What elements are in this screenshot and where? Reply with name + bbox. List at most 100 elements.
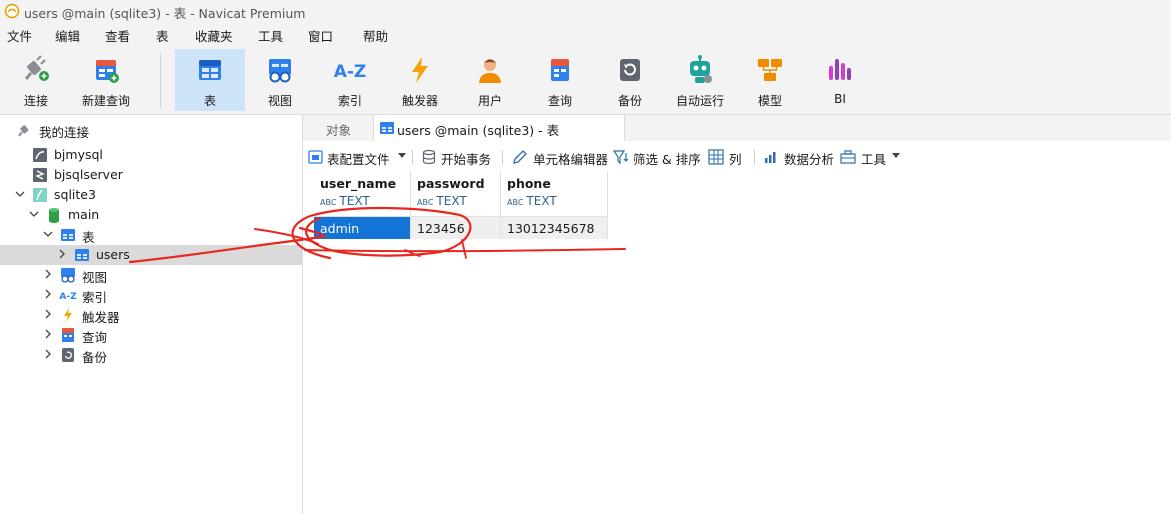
table-icon — [75, 249, 89, 261]
menu-favorites[interactable]: 收藏夹 — [195, 26, 233, 45]
title-bar: users @main (sqlite3) - 表 - Navicat Prem… — [0, 0, 1171, 22]
new-query-button[interactable]: 新建查询 — [71, 49, 141, 111]
column-type: ABC TEXT — [417, 194, 467, 208]
menu-table[interactable]: 表 — [156, 26, 169, 45]
view-button[interactable]: 视图 — [245, 49, 315, 111]
data-analysis-label: 数据分析 — [784, 152, 835, 167]
columns-icon — [708, 149, 724, 165]
grid-cell-phone[interactable]: 13012345678 — [501, 217, 608, 239]
tab-strip: 对象 users @main (sqlite3) - 表 — [303, 115, 1171, 141]
dropdown-arrow-icon — [398, 153, 406, 158]
chevron-down-icon[interactable] — [42, 228, 54, 240]
table-button[interactable]: 表 — [175, 49, 245, 111]
tab-users-table[interactable]: users @main (sqlite3) - 表 — [373, 115, 625, 141]
chevron-right-icon[interactable] — [42, 348, 54, 360]
menu-tools[interactable]: 工具 — [258, 26, 283, 45]
robot-icon — [690, 55, 712, 83]
column-type-label: TEXT — [339, 194, 370, 208]
model-button[interactable]: 模型 — [735, 49, 805, 111]
user-label: 用户 — [477, 94, 502, 108]
database-icon — [49, 208, 59, 223]
new-query-label: 新建查询 — [81, 94, 130, 108]
connect-button[interactable]: 连接 — [1, 49, 71, 111]
tree-table-label: users — [96, 247, 130, 262]
bi-label: BI — [834, 92, 846, 106]
index-icon-text: A-Z — [334, 62, 367, 82]
toolbar-divider — [754, 150, 755, 165]
tree-group-label: 查询 — [82, 330, 108, 345]
begin-transaction-button[interactable]: 开始事务 — [421, 148, 493, 167]
menu-file[interactable]: 文件 — [7, 26, 32, 45]
tree-group-queries[interactable]: 查询 — [0, 325, 302, 345]
tree-connection-label: bjmysql — [54, 147, 103, 162]
tree-group-indexes[interactable]: A-Z 索引 — [0, 285, 302, 305]
query-label: 查询 — [547, 94, 572, 108]
dropdown-arrow-icon — [892, 153, 900, 158]
menu-view[interactable]: 查看 — [105, 26, 130, 45]
tree-group-tables[interactable]: 表 — [0, 225, 302, 245]
chevron-right-icon[interactable] — [56, 248, 68, 260]
column-header-user-name[interactable]: user_name ABC TEXT — [314, 171, 411, 217]
column-header-phone[interactable]: phone ABC TEXT — [501, 171, 608, 217]
view-icon — [269, 59, 291, 83]
backup-icon — [62, 348, 74, 362]
cell-editor-button[interactable]: 单元格编辑器 — [512, 148, 608, 167]
tools-button[interactable]: 工具 — [840, 148, 902, 167]
tree-group-backups[interactable]: 备份 — [0, 345, 302, 365]
plug-icon — [24, 55, 49, 81]
tree-table-users[interactable]: users — [0, 245, 302, 265]
backup-button[interactable]: 备份 — [595, 49, 665, 111]
grid-cell-password[interactable]: 123456 — [411, 217, 501, 239]
toolbar-divider — [502, 150, 503, 165]
navicat-logo-icon — [4, 3, 20, 19]
backup-icon — [620, 59, 640, 81]
tree-group-label: 表 — [82, 230, 95, 245]
user-button[interactable]: 用户 — [455, 49, 525, 111]
table-profile-button[interactable]: 表配置文件 — [308, 148, 406, 167]
toolbar-divider — [412, 150, 413, 165]
main-toolbar: 连接 新建查询 表 视图 A-Z 索引 触发器 用户 查询 备份 自动运行 模型… — [0, 47, 1171, 115]
grid-cell-user-name[interactable]: admin — [314, 217, 411, 239]
tree-connection-bjmysql[interactable]: bjmysql — [0, 145, 302, 165]
tab-objects-label: 对象 — [326, 123, 352, 138]
chevron-down-icon[interactable] — [28, 208, 40, 220]
tree-connection-sqlite3[interactable]: sqlite3 — [0, 185, 302, 205]
sqlite-connection-icon — [33, 188, 47, 202]
menu-help[interactable]: 帮助 — [363, 26, 388, 45]
chevron-right-icon[interactable] — [42, 328, 54, 340]
index-az-icon: A-Z — [334, 62, 367, 82]
toolbox-icon — [840, 150, 856, 164]
cell-value: 13012345678 — [507, 221, 595, 236]
pencil-icon — [513, 150, 527, 164]
tree-group-views[interactable]: 视图 — [0, 265, 302, 285]
query-button[interactable]: 查询 — [525, 49, 595, 111]
query-icon — [551, 59, 569, 81]
tree-connection-bjsqlserver[interactable]: bjsqlserver — [0, 165, 302, 185]
tree-connection-label: sqlite3 — [54, 187, 96, 202]
table-profile-label: 表配置文件 — [327, 152, 390, 167]
chevron-down-icon[interactable] — [14, 188, 26, 200]
columns-label: 列 — [729, 152, 742, 167]
filter-sort-button[interactable]: 筛选 & 排序 — [613, 148, 705, 167]
index-label: 索引 — [337, 94, 362, 108]
chevron-right-icon[interactable] — [42, 268, 54, 280]
tree-database-main[interactable]: main — [0, 205, 302, 225]
chevron-right-icon[interactable] — [42, 288, 54, 300]
index-button[interactable]: A-Z 索引 — [315, 49, 385, 111]
data-analysis-button[interactable]: 数据分析 — [763, 148, 835, 167]
menu-window[interactable]: 窗口 — [308, 26, 333, 45]
columns-button[interactable]: 列 — [708, 148, 744, 167]
connect-label: 连接 — [23, 94, 48, 108]
trigger-button[interactable]: 触发器 — [385, 49, 455, 111]
tree-root-my-connections[interactable]: 我的连接 — [0, 120, 302, 140]
bi-button[interactable]: BI — [805, 49, 875, 111]
backup-label: 备份 — [617, 94, 642, 108]
cell-value: admin — [320, 221, 360, 236]
tree-database-label: main — [68, 207, 100, 222]
chevron-right-icon[interactable] — [42, 308, 54, 320]
automation-button[interactable]: 自动运行 — [665, 49, 735, 111]
tree-group-triggers[interactable]: 触发器 — [0, 305, 302, 325]
tab-objects[interactable]: 对象 — [303, 115, 373, 141]
menu-edit[interactable]: 编辑 — [55, 26, 80, 45]
column-header-password[interactable]: password ABC TEXT — [411, 171, 501, 217]
